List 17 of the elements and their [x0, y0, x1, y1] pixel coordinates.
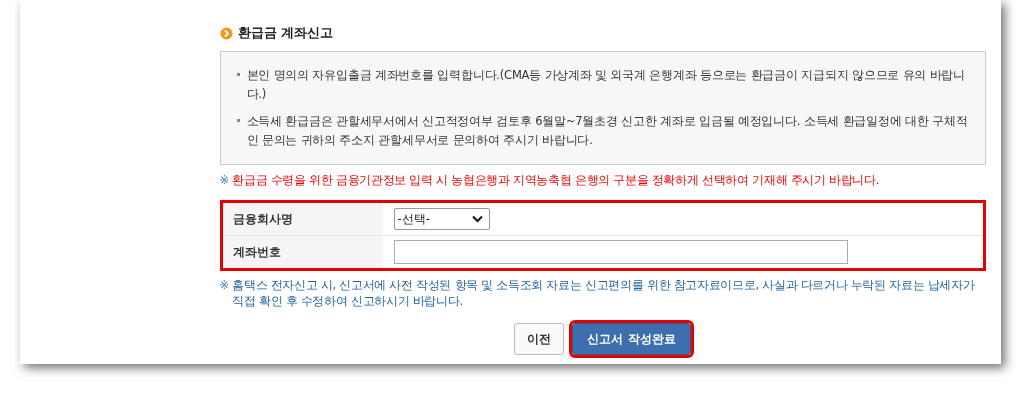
field-label: 계좌번호: [222, 236, 383, 268]
reference-mark: ※: [219, 172, 230, 188]
field-label: 금융회사명: [222, 203, 383, 235]
note-text: 홈택스 전자신고 시, 신고서에 사전 작성된 항목 및 소득조회 자료는 신고편의를 위한 참고자료이므로, 사실과 다르거나 누락된 자료는 납세자가 직접 확인 후 수정하여 신고하시기 바랍니다.: [232, 277, 976, 309]
chevron-down-icon: [471, 215, 483, 223]
arrow-bullet-icon: [219, 26, 233, 40]
notice-text: 본인 명의의 자유입출금 계좌번호를 입력합니다.(CMA등 가상계좌 및 외국계 은행계좌 등으로는 환급금이 지급되지 않으므로 유의 바랍니다.): [246, 67, 967, 103]
back-button[interactable]: 이전: [514, 323, 565, 355]
section-title: 환급금 계좌신고: [237, 24, 334, 42]
account-number-field[interactable]: [393, 240, 848, 264]
reference-mark: ※: [219, 277, 230, 294]
submit-button[interactable]: 신고서 작성완료: [572, 323, 691, 355]
list-bullet-icon: [236, 73, 240, 76]
warning-text: 환급금 수령을 위한 금융기관정보 입력 시 농협은행과 지역농축협 은행의 구분을 정확하게 선택하여 기재해 주시기 바랍니다.: [232, 172, 880, 188]
bank-select[interactable]: -선택-: [393, 208, 490, 230]
list-bullet-icon: [236, 119, 240, 122]
notice-text: 소득세 환급금은 관할세무서에서 신고적정여부 검토후 6월말~7월초경 신고한 계좌로 입금될 예정입니다. 소득세 환급일정에 대한 구체적인 문의는 귀하의 주소지 관할세무서로 문의하여 주시기 바랍니다.: [246, 113, 969, 149]
